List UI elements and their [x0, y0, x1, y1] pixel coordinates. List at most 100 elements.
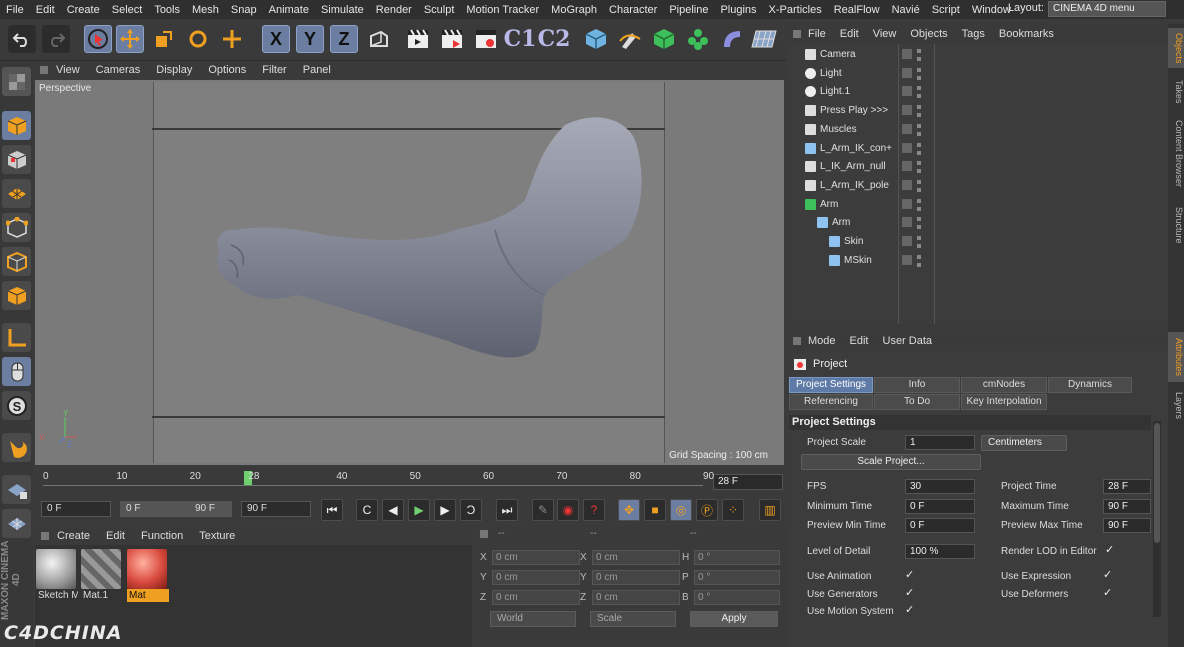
current-frame-field[interactable]: 28 F — [713, 474, 783, 490]
scrollbar-thumb[interactable] — [1154, 423, 1160, 543]
material-sketch[interactable]: Sketch M — [36, 549, 78, 607]
project-scale-field[interactable]: 1 — [905, 435, 975, 450]
world-dropdown[interactable]: World — [490, 611, 576, 627]
model-mode-button[interactable] — [2, 111, 31, 140]
previous-key-button[interactable]: C — [356, 499, 378, 521]
menu-x-particles[interactable]: X-Particles — [763, 4, 828, 16]
edges-mode-button[interactable] — [2, 247, 31, 276]
object-row[interactable]: L_IK_Arm_null — [787, 158, 1168, 176]
position-x-field[interactable]: 0 cm — [492, 550, 580, 565]
visibility-dots-icon[interactable] — [917, 67, 921, 80]
rotate-tool-button[interactable] — [184, 25, 212, 53]
attribute-scrollbar[interactable] — [1153, 421, 1161, 617]
preview-range-slider[interactable]: 0 F 90 F — [120, 501, 232, 517]
tab-project-settings[interactable]: Project Settings — [789, 377, 873, 393]
menu-realflow[interactable]: RealFlow — [828, 4, 886, 16]
viewport-menu-filter[interactable]: Filter — [254, 64, 294, 76]
record-keys-button[interactable]: ✎ — [532, 499, 554, 521]
material-menu-texture[interactable]: Texture — [191, 530, 243, 542]
make-editable-button[interactable] — [2, 67, 31, 96]
tab-layers[interactable]: Layers — [1168, 388, 1184, 424]
rotation-b-field[interactable]: 0 ° — [694, 590, 780, 605]
coordinate-system-button[interactable] — [364, 25, 392, 53]
timeline-ruler[interactable]: 28 F 0 10 20 28 40 50 60 70 80 90 — [35, 467, 784, 497]
menu-script[interactable]: Script — [926, 4, 966, 16]
undo-button[interactable] — [8, 25, 36, 53]
visibility-dots-icon[interactable] — [917, 179, 921, 192]
key-position-button[interactable]: ✥ — [618, 499, 640, 521]
use-deformers-checkbox[interactable]: ✓ — [1103, 586, 1112, 599]
use-generators-checkbox[interactable]: ✓ — [905, 586, 914, 599]
layer-icon[interactable] — [902, 236, 912, 246]
transform-tool-button[interactable] — [218, 25, 246, 53]
play-button[interactable]: ▶ — [408, 499, 430, 521]
render-lod-checkbox[interactable]: ✓ — [1105, 543, 1114, 556]
x-axis-button[interactable]: X — [262, 25, 290, 53]
material-mat1[interactable]: Mat.1 — [81, 549, 123, 607]
key-parameter-button[interactable]: Ⓟ — [696, 499, 718, 521]
layer-icon[interactable] — [902, 123, 912, 134]
tweak-mode-button[interactable] — [2, 357, 31, 386]
tab-takes[interactable]: Takes — [1168, 74, 1184, 110]
menu-motion-tracker[interactable]: Motion Tracker — [460, 4, 545, 16]
menu-plugins[interactable]: Plugins — [714, 4, 762, 16]
key-scale-button[interactable]: ■ — [644, 499, 666, 521]
timeline-window-button[interactable]: ▥ — [759, 499, 781, 521]
start-frame-field[interactable]: 0 F — [41, 501, 111, 517]
attribute-menu-user-data[interactable]: User Data — [876, 335, 940, 347]
object-row[interactable]: L_Arm_IK_con+ — [787, 140, 1168, 158]
render-settings-button[interactable] — [472, 25, 500, 53]
scale-tool-button[interactable] — [150, 25, 178, 53]
menu-snap[interactable]: Snap — [225, 4, 263, 16]
layer-icon[interactable] — [902, 67, 912, 78]
autokey-button[interactable]: ◉ — [557, 499, 579, 521]
object-row[interactable]: L_Arm_IK_pole — [787, 177, 1168, 195]
cube-primitive-button[interactable] — [582, 25, 610, 53]
menu-animate[interactable]: Animate — [263, 4, 315, 16]
menu-mograph[interactable]: MoGraph — [545, 4, 603, 16]
menu-create[interactable]: Create — [61, 4, 106, 16]
planar-workplane-button[interactable] — [2, 509, 31, 538]
floor-button[interactable] — [750, 25, 778, 53]
tab-content-browser[interactable]: Content Browser — [1168, 114, 1184, 194]
menu-pipeline[interactable]: Pipeline — [663, 4, 714, 16]
object-row[interactable]: MSkin — [787, 252, 1168, 270]
project-scale-unit-dropdown[interactable]: Centimeters — [981, 435, 1067, 451]
layer-icon[interactable] — [902, 142, 912, 153]
timeline-track[interactable] — [43, 485, 703, 493]
workplane-button[interactable] — [2, 179, 31, 208]
next-key-button[interactable]: Ɔ — [460, 499, 482, 521]
scale-dropdown[interactable]: Scale — [590, 611, 676, 627]
object-menu-view[interactable]: View — [866, 28, 904, 40]
object-menu-tags[interactable]: Tags — [955, 28, 992, 40]
size-x-field[interactable]: 0 cm — [592, 550, 680, 565]
z-axis-button[interactable]: Z — [330, 25, 358, 53]
tab-referencing[interactable]: Referencing — [789, 394, 873, 410]
cloner-button[interactable] — [684, 25, 712, 53]
material-menu-edit[interactable]: Edit — [98, 530, 133, 542]
pen-spline-button[interactable] — [616, 25, 644, 53]
layer-icon[interactable] — [902, 161, 912, 172]
viewport-menu-panel[interactable]: Panel — [295, 64, 339, 76]
move-tool-button[interactable] — [116, 25, 144, 53]
visibility-dots-icon[interactable] — [917, 105, 921, 118]
object-row[interactable]: Light.1 — [787, 83, 1168, 101]
rotation-p-field[interactable]: 0 ° — [694, 570, 780, 585]
material-menu-function[interactable]: Function — [133, 530, 191, 542]
points-mode-button[interactable] — [2, 213, 31, 242]
object-row[interactable]: Camera — [787, 46, 1168, 64]
viewport-menu-options[interactable]: Options — [200, 64, 254, 76]
tab-info[interactable]: Info — [874, 377, 960, 393]
scale-project-button[interactable]: Scale Project... — [801, 454, 981, 470]
viewport-menu-view[interactable]: View — [48, 64, 88, 76]
visibility-dots-icon[interactable] — [917, 254, 921, 267]
use-motion-checkbox[interactable]: ✓ — [905, 603, 914, 616]
layer-icon[interactable] — [902, 254, 912, 265]
redo-button[interactable] — [42, 25, 70, 53]
c2-button[interactable]: C2 — [538, 25, 571, 53]
preview-max-field[interactable]: 90 F — [1103, 518, 1151, 533]
c1-button[interactable]: C1 — [504, 25, 537, 53]
tab-attributes[interactable]: Attributes — [1168, 332, 1184, 382]
layer-icon[interactable] — [902, 49, 912, 59]
menu-file[interactable]: File — [0, 4, 30, 16]
